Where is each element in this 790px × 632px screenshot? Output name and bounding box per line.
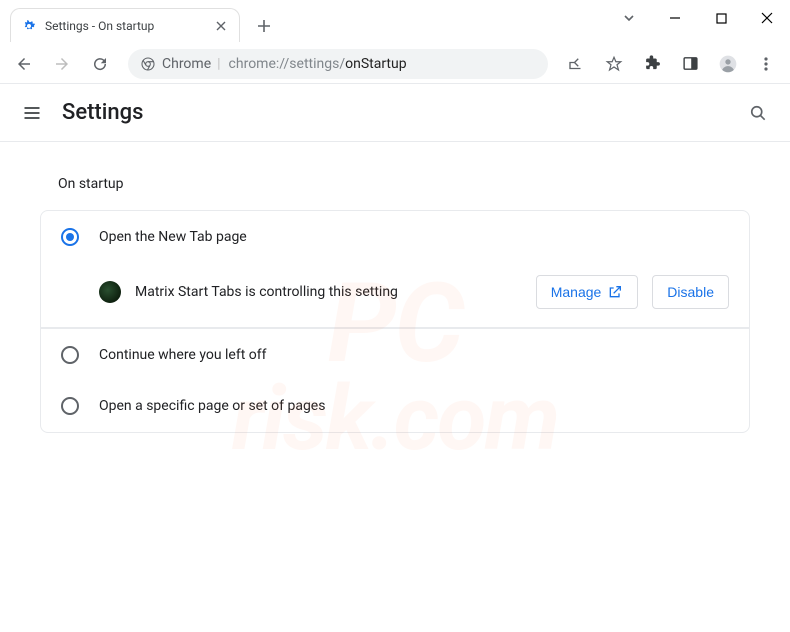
maximize-button[interactable] (698, 0, 744, 36)
hamburger-icon[interactable] (18, 99, 46, 127)
back-button[interactable] (8, 48, 40, 80)
address-bar[interactable]: Chrome | chrome://settings/onStartup (128, 49, 548, 79)
radio-label: Continue where you left off (99, 347, 267, 363)
chevron-down-icon[interactable] (606, 0, 652, 36)
gear-icon (21, 18, 37, 34)
search-icon[interactable] (744, 99, 772, 127)
site-info[interactable]: Chrome | (140, 56, 221, 72)
open-external-icon (607, 284, 623, 300)
extension-control-row: Matrix Start Tabs is controlling this se… (41, 263, 749, 328)
settings-header: Settings (0, 84, 790, 142)
radio-label: Open a specific page or set of pages (99, 398, 325, 414)
minimize-button[interactable] (652, 0, 698, 36)
startup-option-newtab[interactable]: Open the New Tab page (41, 211, 749, 263)
forward-button[interactable] (46, 48, 78, 80)
profile-icon[interactable] (712, 48, 744, 80)
url-text: chrome://settings/onStartup (229, 56, 407, 72)
section-title: On startup (58, 176, 750, 192)
startup-option-specific[interactable]: Open a specific page or set of pages (41, 380, 749, 432)
separator: | (217, 56, 220, 72)
settings-content: On startup Open the New Tab page Matrix … (0, 142, 790, 457)
close-window-button[interactable] (744, 0, 790, 36)
extensions-icon[interactable] (636, 48, 668, 80)
close-tab-icon[interactable] (213, 18, 229, 34)
reload-button[interactable] (84, 48, 116, 80)
window-controls (606, 0, 790, 36)
manage-button[interactable]: Manage (536, 275, 639, 309)
bookmark-icon[interactable] (598, 48, 630, 80)
site-label: Chrome (162, 56, 211, 72)
new-tab-button[interactable] (252, 14, 276, 38)
extension-icon (99, 281, 121, 303)
browser-toolbar: Chrome | chrome://settings/onStartup (0, 44, 790, 84)
radio-icon[interactable] (61, 397, 79, 415)
browser-tab[interactable]: Settings - On startup (10, 8, 240, 42)
window-titlebar: Settings - On startup (0, 0, 790, 44)
tab-title: Settings - On startup (45, 19, 205, 33)
radio-label: Open the New Tab page (99, 229, 247, 245)
page-title: Settings (62, 100, 143, 125)
share-icon[interactable] (560, 48, 592, 80)
startup-option-continue[interactable]: Continue where you left off (41, 328, 749, 380)
disable-button[interactable]: Disable (652, 275, 729, 309)
sidepanel-icon[interactable] (674, 48, 706, 80)
radio-icon[interactable] (61, 346, 79, 364)
startup-card: Open the New Tab page Matrix Start Tabs … (40, 210, 750, 433)
disable-label: Disable (667, 284, 714, 300)
radio-selected-icon[interactable] (61, 228, 79, 246)
menu-icon[interactable] (750, 48, 782, 80)
extension-message: Matrix Start Tabs is controlling this se… (135, 284, 522, 300)
manage-label: Manage (551, 284, 602, 300)
chrome-icon (140, 56, 156, 72)
